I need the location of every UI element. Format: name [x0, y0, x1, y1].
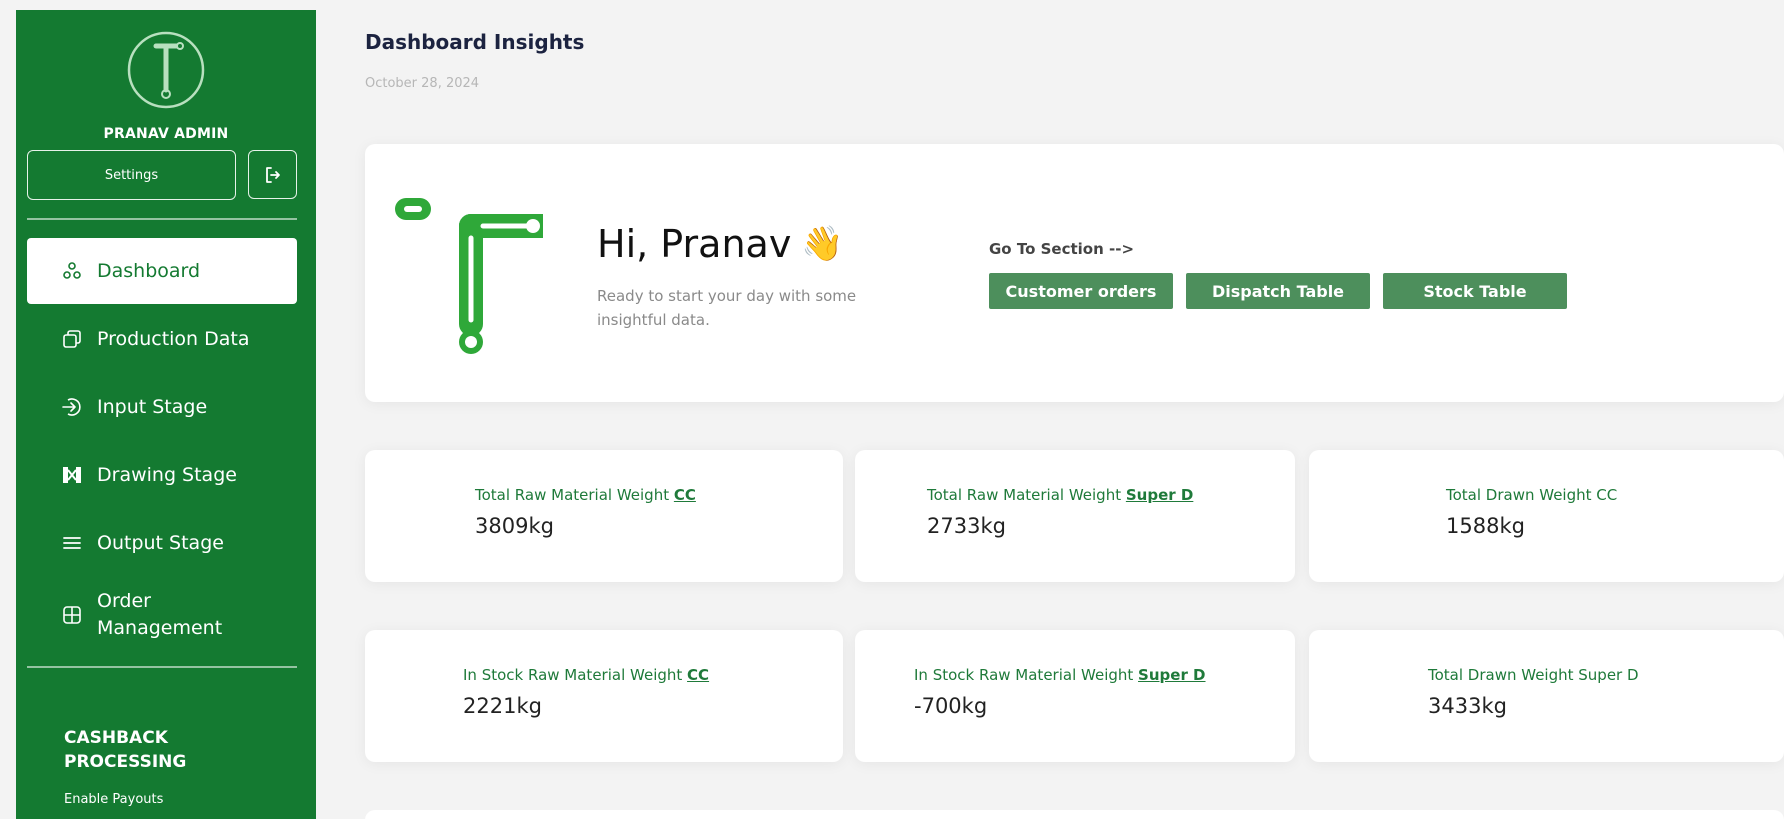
greeting-text: Hi, Pranav — [597, 222, 792, 266]
stat-label: Total Drawn Weight CC — [1446, 486, 1617, 504]
dashboard-icon — [61, 260, 83, 282]
title-line: PROCESSING — [64, 752, 187, 772]
go-to-section-label: Go To Section --> — [989, 240, 1135, 258]
stat-card-instock-superd: In Stock Raw Material Weight Super D -70… — [855, 630, 1295, 762]
sidebar-item-label: Production Data — [97, 328, 250, 350]
sidebar-item-output-stage[interactable]: Output Stage — [27, 510, 297, 576]
sidebar-item-dashboard[interactable]: Dashboard — [27, 238, 297, 304]
stat-label: In Stock Raw Material Weight CC — [463, 666, 709, 684]
menu-icon — [61, 532, 83, 554]
waving-hand-icon: 👋 — [801, 224, 844, 264]
stat-value: 1588kg — [1446, 514, 1525, 538]
stat-value: -700kg — [914, 694, 988, 718]
sidebar-divider — [27, 218, 297, 220]
stat-label: In Stock Raw Material Weight Super D — [914, 666, 1206, 684]
grid-icon — [61, 604, 83, 626]
admin-name: PRANAV ADMIN — [103, 126, 229, 142]
sidebar-item-label: Drawing Stage — [97, 464, 237, 486]
stat-value: 2733kg — [927, 514, 1006, 538]
stat-label-emph: CC — [673, 486, 696, 504]
stat-card-instock-cc: In Stock Raw Material Weight CC 2221kg — [365, 630, 843, 762]
brand-logo-icon — [395, 198, 543, 354]
label-line: Management — [97, 617, 223, 639]
drawing-icon — [61, 464, 83, 486]
stat-value: 3809kg — [475, 514, 554, 538]
label-line: Order — [97, 590, 151, 612]
welcome-card: Hi, Pranav 👋 Ready to start your day wit… — [365, 144, 1784, 402]
stat-label-text: In Stock Raw Material Weight — [914, 666, 1134, 684]
sidebar-divider — [27, 666, 297, 668]
brand-logo-icon — [127, 31, 205, 109]
customer-orders-button[interactable]: Customer orders — [989, 273, 1173, 309]
stat-card-raw-superd: Total Raw Material Weight Super D 2733kg — [855, 450, 1295, 582]
stat-label-emph: CC — [687, 666, 710, 684]
sidebar: PRANAV ADMIN Settings Dashboard Producti… — [16, 10, 316, 819]
logout-button[interactable] — [248, 150, 297, 199]
stat-label-text: Total Drawn Weight CC — [1446, 486, 1618, 504]
sidebar-item-label: Input Stage — [97, 396, 208, 418]
stat-label: Total Drawn Weight Super D — [1428, 666, 1639, 684]
next-section-card — [365, 810, 1784, 819]
page-date: October 28, 2024 — [365, 76, 480, 91]
stat-card-drawn-cc: Total Drawn Weight CC 1588kg — [1309, 450, 1784, 582]
dispatch-table-button[interactable]: Dispatch Table — [1186, 273, 1370, 309]
enable-payouts-link[interactable]: Enable Payouts — [64, 792, 163, 807]
greeting-subtitle: Ready to start your day with some insigh… — [597, 287, 857, 329]
cashback-title: CASHBACK PROCESSING — [64, 726, 264, 774]
title-line: CASHBACK — [64, 728, 168, 748]
sidebar-item-drawing-stage[interactable]: Drawing Stage — [27, 442, 297, 508]
sidebar-item-production-data[interactable]: Production Data — [27, 306, 297, 372]
sidebar-item-label: Dashboard — [97, 260, 201, 282]
logout-icon — [265, 166, 280, 183]
stat-label: Total Raw Material Weight CC — [475, 486, 696, 504]
sidebar-item-label: Order Management — [97, 588, 222, 642]
sidebar-item-label: Output Stage — [97, 532, 224, 554]
greeting-heading: Hi, Pranav 👋 — [597, 222, 844, 266]
settings-button[interactable]: Settings — [27, 150, 236, 200]
stat-label: Total Raw Material Weight Super D — [927, 486, 1193, 504]
stat-card-drawn-superd: Total Drawn Weight Super D 3433kg — [1309, 630, 1784, 762]
stat-label-emph: Super D — [1138, 666, 1206, 684]
page-title: Dashboard Insights — [365, 30, 585, 54]
stat-value: 3433kg — [1428, 694, 1507, 718]
stat-label-text: Total Drawn Weight Super D — [1428, 666, 1639, 684]
stat-label-text: Total Raw Material Weight — [927, 486, 1122, 504]
copy-icon — [61, 328, 83, 350]
arrow-in-icon — [61, 396, 83, 418]
sidebar-item-input-stage[interactable]: Input Stage — [27, 374, 297, 440]
stat-label-emph: Super D — [1125, 486, 1194, 504]
stat-label-text: Total Raw Material Weight — [475, 486, 670, 504]
stat-label-text: In Stock Raw Material Weight — [463, 666, 683, 684]
stock-table-button[interactable]: Stock Table — [1383, 273, 1567, 309]
stat-card-raw-cc: Total Raw Material Weight CC 3809kg — [365, 450, 843, 582]
stat-value: 2221kg — [463, 694, 542, 718]
sidebar-item-order-management[interactable]: Order Management — [27, 580, 297, 650]
app-frame: PRANAV ADMIN Settings Dashboard Producti… — [0, 0, 1784, 819]
